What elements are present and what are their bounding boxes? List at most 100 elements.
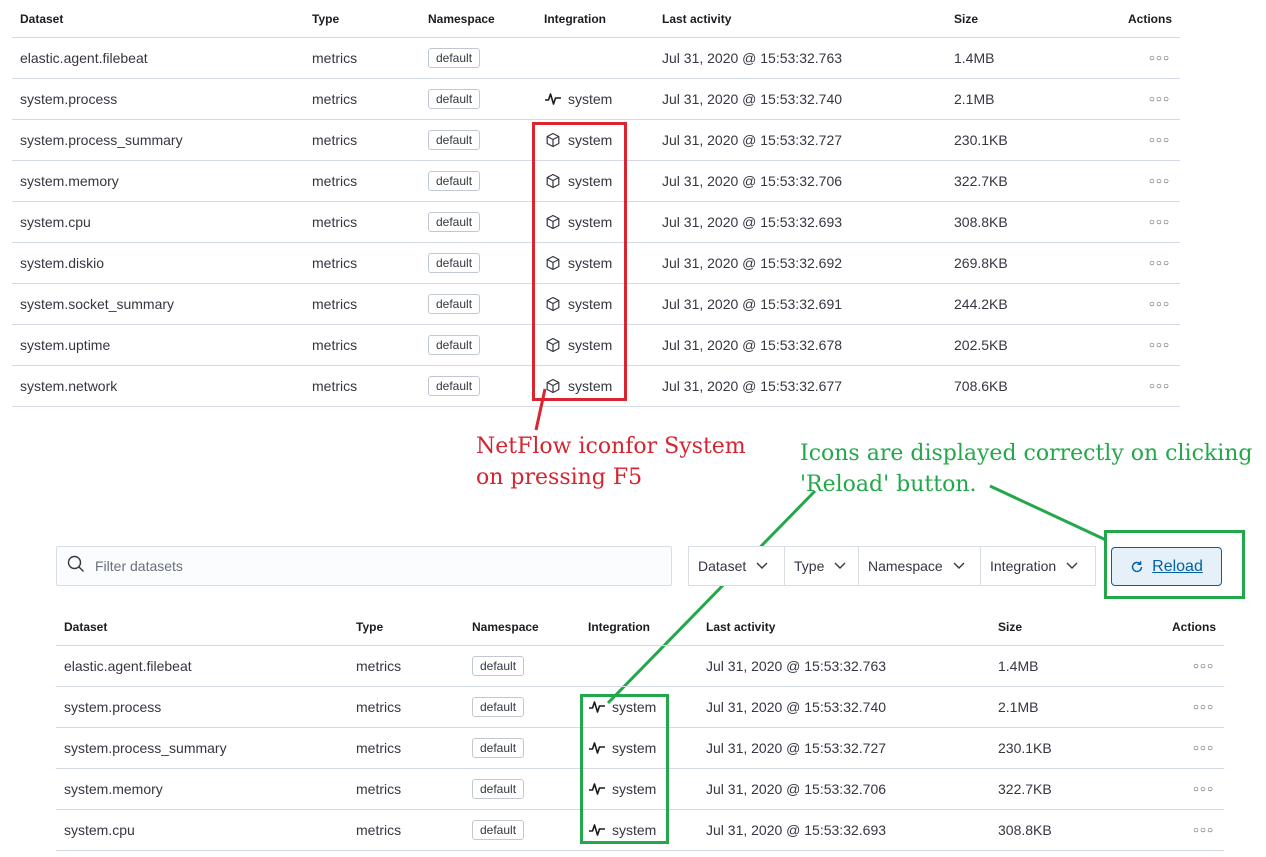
header-size[interactable]: Size bbox=[954, 0, 978, 37]
header-integration[interactable]: Integration bbox=[588, 608, 650, 645]
header-namespace[interactable]: Namespace bbox=[428, 0, 495, 37]
dataset-type: metrics bbox=[312, 173, 358, 189]
actions-cell: ○○○ bbox=[1193, 728, 1216, 768]
more-actions-icon[interactable]: ○○○ bbox=[1149, 94, 1172, 105]
more-actions-icon[interactable]: ○○○ bbox=[1149, 135, 1172, 146]
actions-cell: ○○○ bbox=[1149, 202, 1172, 242]
more-actions-icon[interactable]: ○○○ bbox=[1193, 702, 1216, 713]
header-namespace[interactable]: Namespace bbox=[472, 608, 539, 645]
filter-group: Dataset Type Namespace Integration bbox=[688, 546, 1096, 586]
more-actions-icon[interactable]: ○○○ bbox=[1149, 217, 1172, 228]
more-actions-icon[interactable]: ○○○ bbox=[1193, 825, 1216, 836]
refresh-icon bbox=[1131, 560, 1143, 572]
actions-cell: ○○○ bbox=[1193, 769, 1216, 809]
header-actions: Actions bbox=[1171, 619, 1216, 634]
namespace-badge: default bbox=[472, 697, 525, 717]
dataset-size: 2.1MB bbox=[954, 91, 995, 107]
dataset-name: system.process_summary bbox=[20, 132, 183, 148]
actions-cell: ○○○ bbox=[1149, 38, 1172, 78]
dataset-type: metrics bbox=[356, 658, 402, 674]
last-activity: Jul 31, 2020 @ 15:53:32.740 bbox=[662, 91, 843, 107]
header-last-activity[interactable]: Last activity bbox=[662, 0, 731, 37]
last-activity: Jul 31, 2020 @ 15:53:32.678 bbox=[662, 337, 843, 353]
search-input[interactable]: Filter datasets bbox=[56, 546, 672, 586]
last-activity: Jul 31, 2020 @ 15:53:32.692 bbox=[662, 255, 843, 271]
header-integration[interactable]: Integration bbox=[544, 0, 606, 37]
actions-cell: ○○○ bbox=[1149, 79, 1172, 119]
actions-cell: ○○○ bbox=[1193, 687, 1216, 727]
header-dataset[interactable]: Dataset bbox=[20, 0, 63, 37]
dataset-size: 1.4MB bbox=[998, 658, 1039, 674]
dataset-name: system.cpu bbox=[20, 214, 91, 230]
filter-integration[interactable]: Integration bbox=[981, 547, 1095, 585]
last-activity: Jul 31, 2020 @ 15:53:32.740 bbox=[706, 699, 887, 715]
namespace-cell: default bbox=[472, 769, 525, 809]
dataset-type: metrics bbox=[356, 740, 402, 756]
namespace-badge: default bbox=[428, 335, 481, 355]
dataset-type: metrics bbox=[312, 50, 358, 66]
dataset-name: system.network bbox=[20, 378, 118, 394]
header-type[interactable]: Type bbox=[312, 0, 339, 37]
dataset-type: metrics bbox=[312, 214, 358, 230]
namespace-cell: default bbox=[428, 325, 481, 365]
header-size[interactable]: Size bbox=[998, 608, 1022, 645]
namespace-badge: default bbox=[428, 130, 481, 150]
chevron-down-icon bbox=[834, 562, 846, 569]
pulse-icon bbox=[544, 90, 562, 108]
dataset-type: metrics bbox=[356, 699, 402, 715]
dataset-type: metrics bbox=[356, 822, 402, 838]
namespace-badge: default bbox=[428, 171, 481, 191]
more-actions-icon[interactable]: ○○○ bbox=[1149, 299, 1172, 310]
last-activity: Jul 31, 2020 @ 15:53:32.763 bbox=[662, 50, 843, 66]
last-activity: Jul 31, 2020 @ 15:53:32.727 bbox=[706, 740, 887, 756]
table-row: system.process metrics default system Ju… bbox=[12, 79, 1180, 120]
more-actions-icon[interactable]: ○○○ bbox=[1149, 176, 1172, 187]
more-actions-icon[interactable]: ○○○ bbox=[1149, 340, 1172, 351]
namespace-cell: default bbox=[428, 79, 481, 119]
dataset-type: metrics bbox=[356, 781, 402, 797]
more-actions-icon[interactable]: ○○○ bbox=[1149, 381, 1172, 392]
dataset-name: system.process bbox=[64, 699, 162, 715]
filter-type[interactable]: Type bbox=[785, 547, 859, 585]
annotation-red: NetFlow iconfor System on pressing F5 bbox=[476, 431, 746, 493]
more-actions-icon[interactable]: ○○○ bbox=[1193, 661, 1216, 672]
namespace-cell: default bbox=[472, 646, 525, 686]
last-activity: Jul 31, 2020 @ 15:53:32.691 bbox=[662, 296, 843, 312]
dataset-name: system.cpu bbox=[64, 822, 135, 838]
more-actions-icon[interactable]: ○○○ bbox=[1193, 784, 1216, 795]
filter-namespace[interactable]: Namespace bbox=[859, 547, 981, 585]
dataset-name: system.socket_summary bbox=[20, 296, 175, 312]
filter-namespace-label: Namespace bbox=[868, 558, 943, 574]
dataset-name: elastic.agent.filebeat bbox=[20, 50, 148, 66]
namespace-cell: default bbox=[472, 728, 525, 768]
more-actions-icon[interactable]: ○○○ bbox=[1193, 743, 1216, 754]
dataset-name: elastic.agent.filebeat bbox=[64, 658, 192, 674]
chevron-down-icon bbox=[1066, 562, 1078, 569]
namespace-badge: default bbox=[472, 820, 525, 840]
namespace-badge: default bbox=[428, 48, 481, 68]
dataset-size: 308.8KB bbox=[998, 822, 1052, 838]
last-activity: Jul 31, 2020 @ 15:53:32.693 bbox=[662, 214, 843, 230]
filter-dataset[interactable]: Dataset bbox=[689, 547, 785, 585]
table-row: elastic.agent.filebeat metrics default J… bbox=[12, 38, 1180, 79]
dataset-size: 202.5KB bbox=[954, 337, 1008, 353]
namespace-cell: default bbox=[428, 243, 481, 283]
namespace-badge: default bbox=[428, 212, 481, 232]
namespace-badge: default bbox=[472, 779, 525, 799]
header-last-activity[interactable]: Last activity bbox=[706, 608, 775, 645]
dataset-size: 1.4MB bbox=[954, 50, 995, 66]
actions-cell: ○○○ bbox=[1149, 284, 1172, 324]
header-dataset[interactable]: Dataset bbox=[64, 608, 107, 645]
header-type[interactable]: Type bbox=[356, 608, 383, 645]
filter-dataset-label: Dataset bbox=[698, 558, 747, 574]
actions-cell: ○○○ bbox=[1149, 243, 1172, 283]
more-actions-icon[interactable]: ○○○ bbox=[1149, 258, 1172, 269]
reload-button[interactable]: Reload bbox=[1111, 547, 1222, 586]
filter-type-label: Type bbox=[794, 558, 825, 574]
more-actions-icon[interactable]: ○○○ bbox=[1149, 53, 1172, 64]
dataset-size: 322.7KB bbox=[998, 781, 1052, 797]
actions-cell: ○○○ bbox=[1149, 325, 1172, 365]
dataset-type: metrics bbox=[312, 91, 358, 107]
filter-integration-label: Integration bbox=[990, 558, 1057, 574]
namespace-badge: default bbox=[472, 656, 525, 676]
